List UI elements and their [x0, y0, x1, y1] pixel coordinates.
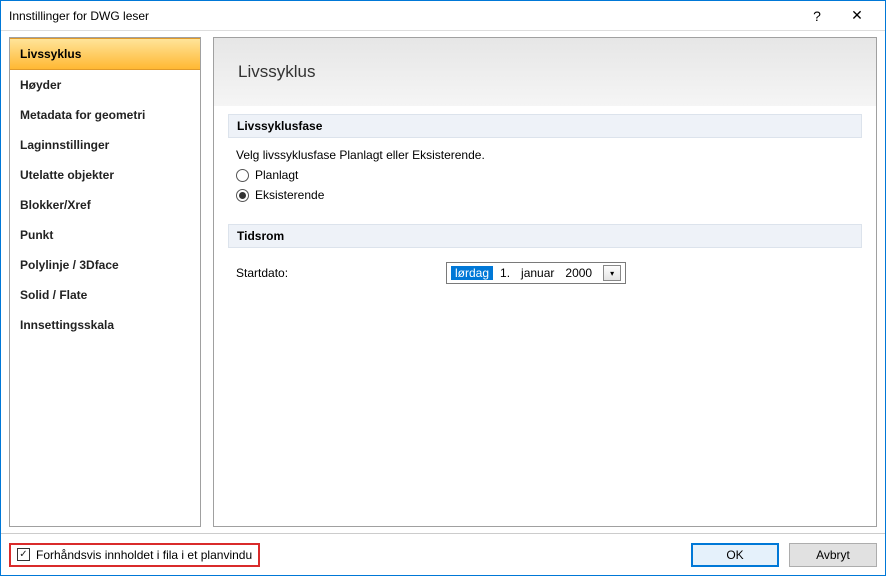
date-year[interactable]: 2000	[561, 266, 596, 280]
radio-existing[interactable]: Eksisterende	[236, 188, 854, 202]
preview-checkbox[interactable]: ✓	[17, 548, 30, 561]
radio-icon	[236, 189, 249, 202]
preview-label[interactable]: Forhåndsvis innholdet i fila i et planvi…	[36, 548, 252, 562]
startdate-picker[interactable]: lørdag 1. januar 2000 ▾	[446, 262, 626, 284]
cancel-button[interactable]: Avbryt	[789, 543, 877, 567]
titlebar: Innstillinger for DWG leser ? ✕	[1, 1, 885, 31]
main-area: Livssyklus Høyder Metadata for geometri …	[1, 31, 885, 533]
section-header-phase: Livssyklusfase	[228, 114, 862, 138]
date-weekday[interactable]: lørdag	[451, 266, 493, 280]
date-month[interactable]: januar	[517, 266, 558, 280]
sidebar-item-polylinje[interactable]: Polylinje / 3Dface	[10, 250, 200, 280]
close-button[interactable]: ✕	[837, 1, 877, 31]
content-body: Livssyklusfase Velg livssyklusfase Planl…	[214, 106, 876, 298]
window-title: Innstillinger for DWG leser	[9, 9, 797, 23]
radio-planned[interactable]: Planlagt	[236, 168, 854, 182]
sidebar-item-livssyklus[interactable]: Livssyklus	[10, 38, 200, 70]
sidebar-item-blokker[interactable]: Blokker/Xref	[10, 190, 200, 220]
startdate-label: Startdato:	[236, 266, 436, 280]
sidebar-item-utelatte[interactable]: Utelatte objekter	[10, 160, 200, 190]
sidebar-item-punkt[interactable]: Punkt	[10, 220, 200, 250]
content-heading: Livssyklus	[214, 38, 876, 106]
sidebar-item-innsettingsskala[interactable]: Innsettingsskala	[10, 310, 200, 340]
ok-button[interactable]: OK	[691, 543, 779, 567]
radio-existing-label: Eksisterende	[255, 188, 324, 202]
sidebar-item-hoyder[interactable]: Høyder	[10, 70, 200, 100]
help-button[interactable]: ?	[797, 1, 837, 31]
sidebar-item-solid[interactable]: Solid / Flate	[10, 280, 200, 310]
phase-instruction: Velg livssyklusfase Planlagt eller Eksis…	[236, 148, 854, 162]
calendar-dropdown-icon[interactable]: ▾	[603, 265, 621, 281]
sidebar-item-laginnstillinger[interactable]: Laginnstillinger	[10, 130, 200, 160]
section-phase: Velg livssyklusfase Planlagt eller Eksis…	[228, 138, 862, 216]
content-panel: Livssyklus Livssyklusfase Velg livssyklu…	[213, 37, 877, 527]
radio-icon	[236, 169, 249, 182]
section-period: Startdato: lørdag 1. januar 2000 ▾	[228, 248, 862, 298]
section-header-period: Tidsrom	[228, 224, 862, 248]
footer: ✓ Forhåndsvis innholdet i fila i et plan…	[1, 533, 885, 575]
preview-checkbox-highlight: ✓ Forhåndsvis innholdet i fila i et plan…	[9, 543, 260, 567]
date-day[interactable]: 1.	[496, 266, 514, 280]
radio-planned-label: Planlagt	[255, 168, 298, 182]
sidebar: Livssyklus Høyder Metadata for geometri …	[9, 37, 201, 527]
sidebar-item-metadata[interactable]: Metadata for geometri	[10, 100, 200, 130]
